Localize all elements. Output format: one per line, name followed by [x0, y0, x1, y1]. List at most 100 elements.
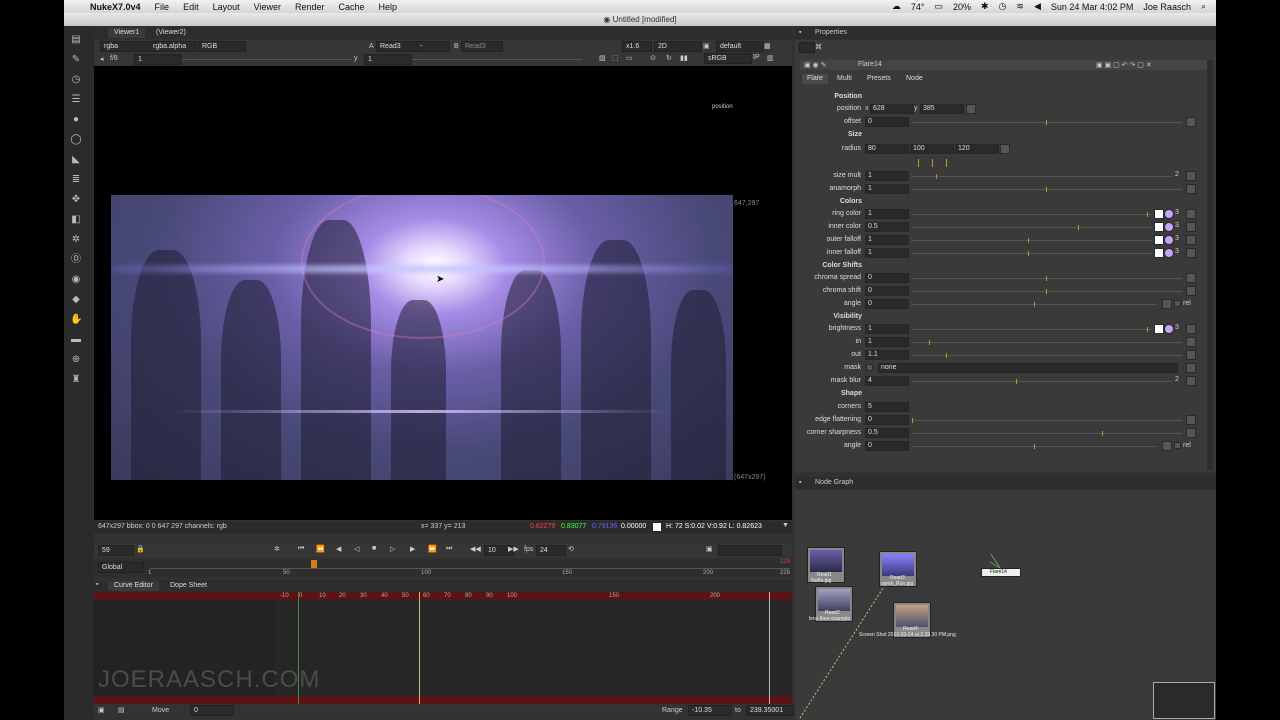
3d-tool-icon[interactable]: ◧	[70, 214, 82, 226]
panel-menu-icon[interactable]: ▪	[96, 581, 98, 588]
mask-dropdown[interactable]: none	[878, 363, 1178, 373]
curve-tool-icon[interactable]: ▣	[98, 706, 105, 714]
corner-sharpness-slider-knob[interactable]	[1102, 431, 1103, 436]
mask-blur-anim-button[interactable]	[1186, 376, 1196, 386]
panel-menu-icon[interactable]: ▪	[799, 479, 801, 486]
stop-icon[interactable]: ■	[372, 545, 376, 552]
properties-scrollbar[interactable]	[1207, 60, 1213, 470]
outer-falloff-anim-button[interactable]	[1186, 235, 1196, 245]
corners-field[interactable]: 5	[865, 402, 909, 412]
next-frame-icon[interactable]: ▷	[390, 545, 395, 553]
b-input-dropdown[interactable]: Read3	[461, 41, 503, 52]
lock-icon[interactable]: 🔒	[136, 545, 145, 553]
furnace-tool-icon[interactable]: ⊕	[70, 354, 82, 366]
channel-tool-icon[interactable]: ☰	[70, 94, 82, 106]
angle-rel-checkbox[interactable]	[1174, 300, 1181, 307]
pause-icon[interactable]: ▮▮	[680, 54, 688, 62]
offset-slider[interactable]	[912, 122, 1182, 123]
ring-color-field[interactable]: 1	[865, 209, 909, 219]
clock-icon[interactable]: ◷	[999, 1, 1007, 12]
ring-color-slider[interactable]	[912, 214, 1152, 215]
lut-dropdown[interactable]: default	[716, 41, 764, 52]
in-anim-button[interactable]	[1186, 337, 1196, 347]
fps-field[interactable]: 24	[536, 545, 566, 556]
edge-flattening-anim-button[interactable]	[1186, 415, 1196, 425]
zoom-dropdown[interactable]: x1.6	[622, 41, 652, 52]
angle-slider-knob[interactable]	[1034, 302, 1035, 307]
size-mult-anim-button[interactable]	[1186, 171, 1196, 181]
nodegraph-minimap[interactable]	[1153, 682, 1215, 719]
ring-color-count[interactable]: 3	[1175, 209, 1179, 216]
clear-panels-icon[interactable]: ⌘	[815, 43, 822, 51]
metadata-tool-icon[interactable]: ◆	[70, 294, 82, 306]
radius-field-3[interactable]: 120	[955, 144, 999, 154]
out-field[interactable]: 1.1	[865, 350, 909, 360]
filter-tool-icon[interactable]: ◯	[70, 134, 82, 146]
in-out-field[interactable]	[718, 545, 782, 556]
position-x-field[interactable]: 628	[870, 104, 914, 114]
shape-angle-rel-checkbox[interactable]	[1174, 442, 1181, 449]
anamorph-slider[interactable]	[912, 189, 1182, 190]
ring-color-wheel-icon[interactable]	[1164, 209, 1174, 219]
tab-curve-editor[interactable]: Curve Editor	[108, 581, 159, 591]
panel-menu-icon[interactable]: ▪	[799, 29, 801, 36]
clip-warning-icon[interactable]: ▨	[599, 54, 606, 62]
chroma-shift-anim-button[interactable]	[1186, 286, 1196, 296]
nodegraph-canvas[interactable]: Read1 NoBk.jpg Read3 opmk_Run.jpg Read2 …	[795, 490, 1216, 720]
anamorph-slider-knob[interactable]	[1046, 187, 1047, 192]
inner-color-count[interactable]: 3	[1175, 222, 1179, 229]
inner-falloff-swatch[interactable]	[1154, 248, 1164, 258]
viewer-image[interactable]	[111, 195, 733, 480]
in-slider[interactable]	[912, 342, 1182, 343]
datetime[interactable]: Sun 24 Mar 4:02 PM	[1051, 2, 1134, 12]
inner-falloff-count[interactable]: 3	[1175, 248, 1179, 255]
prev-keyframe-icon[interactable]: ⏪	[316, 545, 325, 553]
chroma-shift-slider-knob[interactable]	[1046, 289, 1047, 294]
node-flare14[interactable]: Flare14	[981, 568, 1021, 577]
menu-render[interactable]: Render	[295, 2, 325, 12]
deep-tool-icon[interactable]: Ⓓ	[70, 254, 82, 266]
temperature[interactable]: 74°	[911, 2, 925, 12]
proxy-icon[interactable]: ⊙	[650, 54, 656, 62]
play-settings-icon[interactable]: ✲	[274, 545, 280, 553]
out-slider-knob[interactable]	[946, 353, 947, 358]
anamorph-field[interactable]: 1	[865, 184, 909, 194]
play-forward-icon[interactable]: ▶	[410, 545, 415, 553]
brightness-count[interactable]: 3	[1175, 324, 1179, 331]
inner-color-anim-button[interactable]	[1186, 222, 1196, 232]
transform-tool-icon[interactable]: ✥	[70, 194, 82, 206]
brightness-swatch[interactable]	[1154, 324, 1164, 334]
size-mult-count[interactable]: 2	[1175, 171, 1179, 178]
menu-cache[interactable]: Cache	[339, 2, 365, 12]
chroma-shift-slider[interactable]	[912, 291, 1182, 292]
inner-color-slider-knob[interactable]	[1078, 225, 1079, 230]
lut-icon[interactable]: ▣	[703, 42, 710, 50]
prev-frame-icon[interactable]: ◁	[354, 545, 359, 553]
flipbook-icon[interactable]: ▣	[706, 545, 713, 553]
mask-blur-slider-knob[interactable]	[1016, 379, 1017, 384]
app-menu[interactable]: NukeX7.0v4	[90, 2, 141, 12]
move-field[interactable]: 0	[190, 705, 234, 716]
merge-tool-icon[interactable]: ≣	[70, 174, 82, 186]
channels-dropdown[interactable]: rgba	[100, 41, 148, 52]
step-forward-icon[interactable]: ▶▶	[508, 545, 519, 553]
inner-color-slider[interactable]	[912, 227, 1152, 228]
inner-falloff-anim-button[interactable]	[1186, 248, 1196, 258]
time-tool-icon[interactable]: ◷	[70, 74, 82, 86]
curve-view-icon[interactable]: ▤	[118, 706, 125, 714]
node-panel-tools-icon[interactable]: ▣ ▣ ▢ ↶ ↷ ▢ ✕	[1096, 61, 1152, 69]
tab-flare[interactable]: Flare	[802, 74, 828, 84]
spotlight-icon[interactable]: ⌕	[1201, 1, 1206, 12]
global-range-dropdown[interactable]: Global	[98, 562, 144, 573]
position-overlay[interactable]: position	[712, 104, 733, 110]
mask-checkbox[interactable]	[866, 364, 873, 371]
tab-presets[interactable]: Presets	[862, 74, 896, 84]
colorspace-dropdown[interactable]: RGB	[198, 41, 246, 52]
brightness-slider-knob[interactable]	[1147, 327, 1148, 332]
inner-color-wheel-icon[interactable]	[1164, 222, 1174, 232]
brightness-slider[interactable]	[912, 329, 1152, 330]
in-slider-knob[interactable]	[929, 340, 930, 345]
inner-falloff-slider-knob[interactable]	[1028, 251, 1029, 256]
move-label[interactable]: Move	[152, 707, 169, 714]
offset-slider-knob[interactable]	[1046, 120, 1047, 125]
